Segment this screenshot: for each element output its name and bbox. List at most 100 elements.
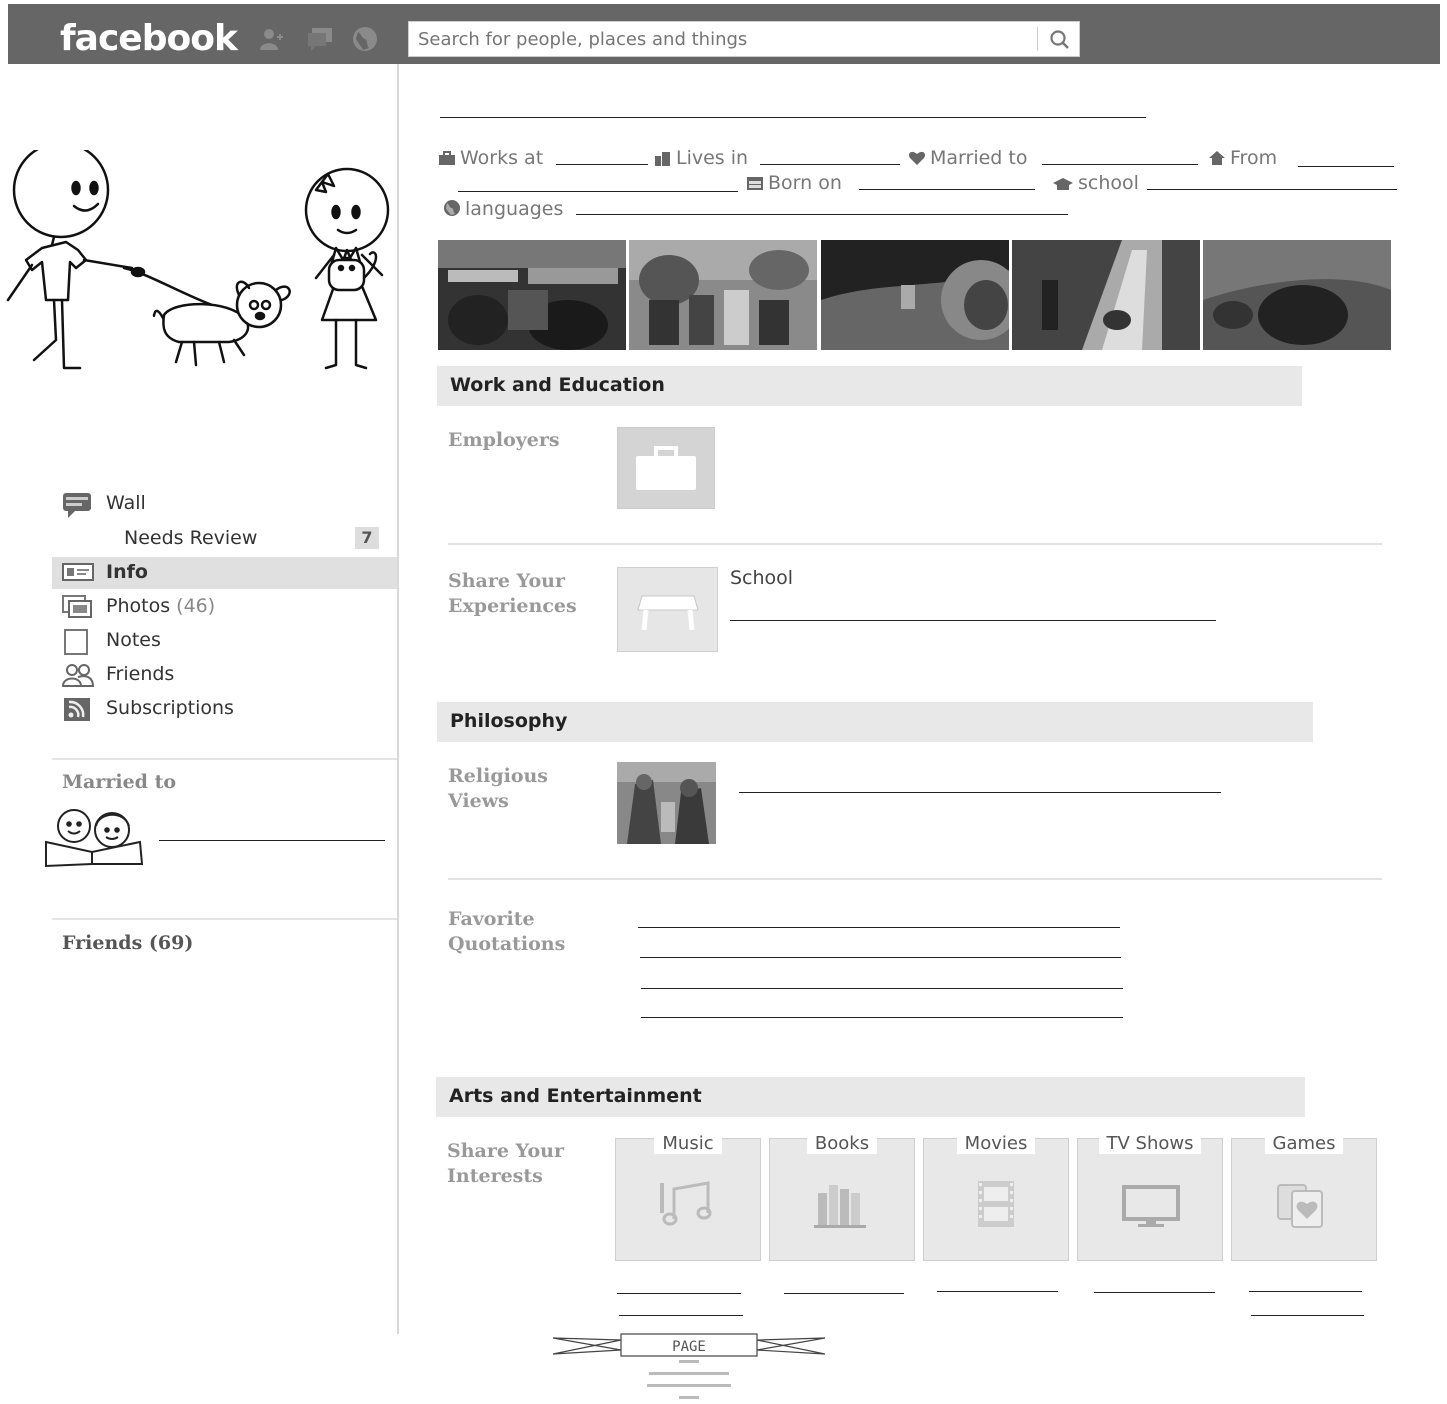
sidebar-item-label: Photos (46) bbox=[106, 595, 215, 617]
film-strip-icon bbox=[978, 1181, 1014, 1227]
tv-shows-tile-label-wrap: TV Shows bbox=[1078, 1133, 1222, 1154]
school-fact: school bbox=[1052, 172, 1139, 194]
arts-entertainment-header: Arts and Entertainment bbox=[436, 1077, 1305, 1117]
top-bar: facebook bbox=[8, 4, 1440, 64]
married-to-heading: Married to bbox=[62, 771, 177, 793]
religious-views-image[interactable] bbox=[617, 762, 716, 844]
favorite-quotations-label: Favorite Quotations bbox=[448, 908, 566, 955]
from-blank-continued[interactable] bbox=[458, 191, 738, 192]
games-blank-1[interactable] bbox=[1249, 1291, 1362, 1292]
quotation-blank-4[interactable] bbox=[641, 1017, 1123, 1018]
from-blank[interactable] bbox=[1298, 166, 1394, 167]
television-icon bbox=[1122, 1185, 1180, 1227]
notes-icon bbox=[62, 629, 92, 655]
books-label: Books bbox=[806, 1133, 878, 1154]
works-at-blank[interactable] bbox=[556, 164, 648, 165]
section-divider bbox=[448, 878, 1382, 880]
movies-tile[interactable]: Movies bbox=[923, 1133, 1069, 1261]
spouse-name-blank[interactable] bbox=[159, 840, 385, 841]
sidebar-item-wall[interactable]: Wall bbox=[52, 488, 397, 520]
school-placeholder[interactable] bbox=[617, 567, 718, 652]
lives-in-fact: Lives in bbox=[654, 147, 748, 169]
graduation-cap-icon bbox=[1053, 178, 1073, 190]
wall-icon bbox=[62, 492, 92, 518]
school-blank[interactable] bbox=[1147, 189, 1397, 190]
friend-requests-icon[interactable] bbox=[258, 26, 284, 52]
music-tile[interactable]: Music bbox=[615, 1133, 761, 1261]
lives-in-blank[interactable] bbox=[760, 164, 900, 165]
employer-placeholder[interactable] bbox=[617, 427, 715, 509]
religious-views-blank[interactable] bbox=[739, 792, 1221, 793]
home-icon bbox=[1209, 151, 1225, 165]
games-tile[interactable]: Games bbox=[1231, 1133, 1377, 1261]
sidebar-item-subscriptions[interactable]: Subscriptions bbox=[52, 693, 397, 725]
search-divider bbox=[1037, 27, 1038, 51]
sidebar-item-friends[interactable]: Friends bbox=[52, 659, 397, 691]
tv-shows-tile[interactable]: TV Shows bbox=[1077, 1133, 1223, 1261]
profile-picture[interactable] bbox=[4, 150, 394, 380]
photos-label: Photos bbox=[106, 595, 171, 617]
sidebar-item-label: Needs Review bbox=[124, 527, 258, 549]
music-blank-1[interactable] bbox=[617, 1293, 741, 1294]
school-label: school bbox=[1078, 172, 1139, 194]
movies-blank[interactable] bbox=[937, 1291, 1058, 1292]
music-icon bbox=[660, 1181, 712, 1226]
games-blank-2[interactable] bbox=[1251, 1315, 1364, 1316]
books-tile[interactable]: Books bbox=[769, 1133, 915, 1261]
subscriptions-icon bbox=[62, 697, 92, 721]
featured-photo-5[interactable] bbox=[1203, 240, 1391, 350]
music-tile-label-wrap: Music bbox=[616, 1133, 760, 1154]
sidebar-item-photos[interactable]: Photos (46) bbox=[52, 591, 397, 623]
stamp-text: PAGE bbox=[672, 1339, 706, 1355]
page-stamp: PAGE bbox=[553, 1333, 825, 1399]
school-name-blank[interactable] bbox=[730, 620, 1216, 621]
employers-label: Employers bbox=[448, 429, 560, 451]
facebook-logo[interactable]: facebook bbox=[60, 18, 238, 59]
city-icon bbox=[655, 152, 670, 166]
married-to-blank[interactable] bbox=[1042, 164, 1198, 165]
playing-cards-icon bbox=[1277, 1184, 1323, 1228]
sidebar-item-notes[interactable]: Notes bbox=[52, 625, 397, 657]
column-divider bbox=[397, 64, 399, 1334]
books-tile-label-wrap: Books bbox=[770, 1133, 914, 1154]
works-at-fact: Works at bbox=[438, 147, 543, 169]
featured-photo-4[interactable] bbox=[1012, 240, 1200, 350]
sidebar-item-label: Info bbox=[106, 561, 148, 583]
born-on-blank[interactable] bbox=[859, 189, 1035, 190]
quotation-blank-2[interactable] bbox=[640, 957, 1121, 958]
notifications-globe-icon[interactable] bbox=[352, 26, 378, 52]
heart-icon bbox=[908, 151, 926, 165]
messages-icon[interactable] bbox=[306, 26, 332, 52]
sidebar-divider bbox=[52, 918, 397, 920]
quotation-blank-1[interactable] bbox=[638, 927, 1120, 928]
info-icon bbox=[62, 561, 94, 585]
search-input[interactable] bbox=[409, 22, 1034, 56]
sidebar-item-info[interactable]: Info bbox=[52, 557, 397, 589]
sidebar-item-label: Wall bbox=[106, 492, 146, 514]
friends-heading[interactable]: Friends (69) bbox=[62, 932, 193, 954]
calendar-icon bbox=[747, 177, 763, 190]
religious-views-label: Religious Views bbox=[448, 765, 549, 812]
featured-photo-2[interactable] bbox=[629, 240, 817, 350]
quotation-blank-3[interactable] bbox=[641, 988, 1123, 989]
friends-icon bbox=[61, 663, 95, 687]
share-experiences-label: Share Your Experiences bbox=[448, 570, 577, 617]
tv-shows-blank[interactable] bbox=[1094, 1292, 1215, 1293]
languages-blank[interactable] bbox=[576, 214, 1068, 215]
globe-icon bbox=[444, 200, 460, 216]
featured-photo-1[interactable] bbox=[438, 240, 626, 350]
music-blank-2[interactable] bbox=[619, 1315, 743, 1316]
from-fact: From bbox=[1208, 147, 1277, 169]
sidebar-item-label: Subscriptions bbox=[106, 697, 234, 719]
search-box bbox=[408, 21, 1080, 57]
profile-name-blank[interactable] bbox=[440, 117, 1146, 118]
desk-icon bbox=[637, 595, 699, 631]
sidebar-item-label: Notes bbox=[106, 629, 161, 651]
spouse-thumbnail[interactable] bbox=[44, 804, 144, 868]
books-blank[interactable] bbox=[784, 1293, 904, 1294]
featured-photo-3[interactable] bbox=[821, 240, 1009, 350]
married-to-fact: Married to bbox=[908, 147, 1027, 169]
married-to-label: Married to bbox=[930, 147, 1028, 169]
search-icon[interactable] bbox=[1045, 26, 1075, 54]
sidebar-item-needs-review[interactable]: Needs Review 7 bbox=[52, 523, 397, 555]
